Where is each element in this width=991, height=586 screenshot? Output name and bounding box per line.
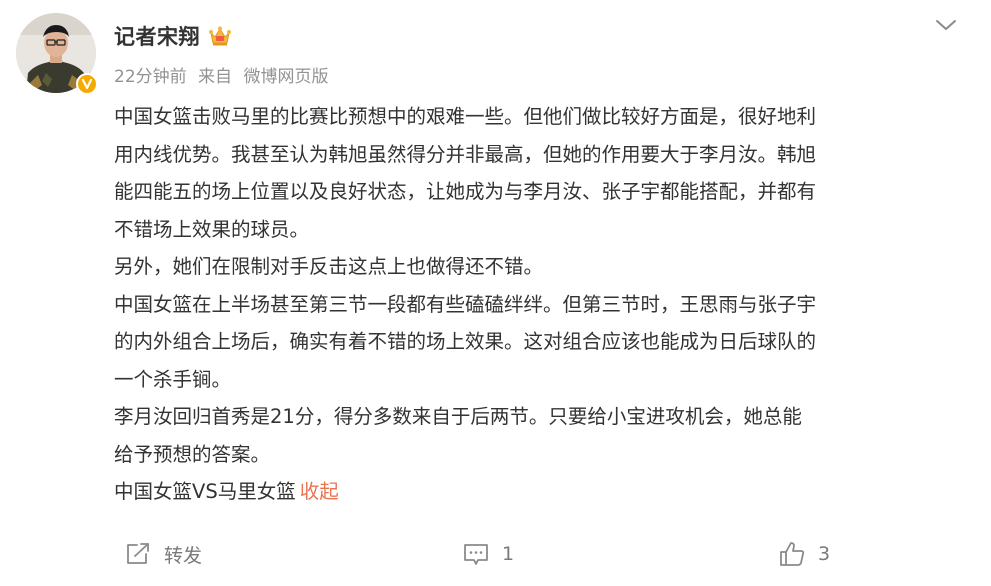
repost-icon [124, 541, 152, 567]
post-source[interactable]: 微博网页版 [243, 67, 328, 87]
author-name[interactable]: 记者宋翔 [114, 21, 200, 51]
post-meta: 22分钟前 来自 微博网页版 [114, 62, 328, 87]
comment-icon [462, 541, 490, 567]
match-title: 中国女篮VS马里女篮 [114, 480, 296, 503]
post-content: 中国女篮击败马里的比赛比预想中的艰难一些。但他们做比较好方面是，很好地利 用内线… [114, 98, 974, 511]
content-line: 不错场上效果的球员。 [114, 217, 310, 241]
content-line: 一个杀手锏。 [114, 367, 232, 391]
post-time[interactable]: 22分钟前 [114, 67, 187, 87]
like-button[interactable]: 3 [778, 536, 830, 572]
content-line: 用内线优势。我甚至认为韩旭虽然得分并非最高，但她的作用要大于李月汝。韩旭 [114, 142, 817, 166]
chevron-down-icon[interactable] [932, 13, 960, 37]
comment-button[interactable]: 1 [462, 536, 514, 572]
collapse-link[interactable]: 收起 [300, 480, 339, 503]
verified-badge-icon [76, 73, 98, 95]
content-line: 中国女篮击败马里的比赛比预想中的艰难一些。但他们做比较好方面是，很好地利 [114, 105, 817, 128]
author-line: 记者宋翔 [114, 20, 232, 52]
content-line: 李月汝回归首秀是21分，得分多数来自于后两节。只要给小宝进攻机会，她总能 [114, 405, 802, 428]
weibo-post-card: 记者宋翔 22分钟前 来自 微博网页版 中国女篮击败马里的比赛比预想中的艰难一些… [0, 0, 991, 586]
content-line: 给予预想的答案。 [114, 442, 271, 466]
content-line: 的内外组合上场后，确实有着不错的场上效果。这对组合应该也能成为日后球队的 [114, 330, 817, 353]
author-avatar-wrapper[interactable] [16, 13, 98, 95]
source-prefix: 来自 [198, 67, 233, 87]
like-count: 3 [818, 543, 831, 565]
repost-button[interactable]: 转发 [124, 536, 202, 572]
content-line: 中国女篮在上半场甚至第三节一段都有些磕磕绊绊。但第三节时，王思雨与张子宇 [114, 292, 817, 316]
content-last-line: 中国女篮VS马里女篮 收起 [114, 473, 974, 511]
thumbs-up-icon [778, 540, 806, 568]
repost-label: 转发 [164, 544, 203, 567]
content-line: 能四能五的场上位置以及良好状态，让她成为与李月汝、张子宇都能搭配，并都有 [114, 180, 817, 203]
content-line: 另外，她们在限制对手反击这点上也做得还不错。 [114, 255, 544, 278]
action-bar: 转发 1 3 [0, 532, 991, 578]
vip-crown-icon[interactable] [208, 25, 232, 47]
comment-count: 1 [502, 543, 515, 565]
